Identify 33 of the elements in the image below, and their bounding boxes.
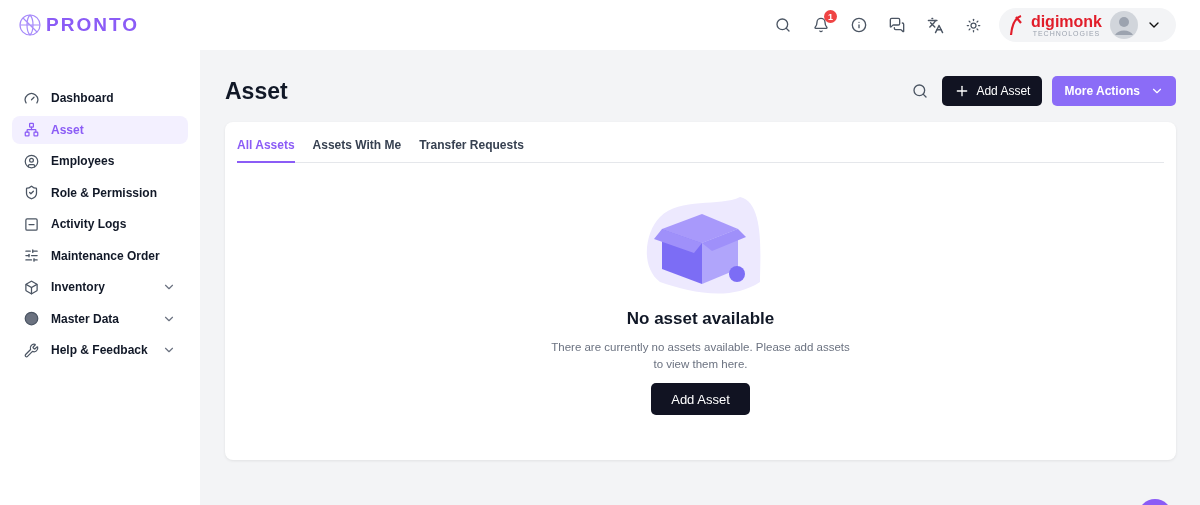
sidebar-item[interactable]: Master Data [12,304,188,333]
sidebar-item[interactable]: Asset [12,115,188,144]
sidebar-item[interactable]: Help & Feedback [12,336,188,364]
box-icon [24,279,39,295]
add-asset-button[interactable]: Add Asset [942,76,1043,106]
empty-message: There are currently no assets available. Please add assets to view them here. [550,340,851,372]
sidebar-item[interactable]: Employees [12,147,188,175]
gauge-icon [24,90,39,106]
sidebar-item[interactable]: Inventory [12,273,188,301]
tab[interactable]: All Assets [237,132,295,163]
sidebar-item[interactable]: Activity Logs [12,210,188,238]
log-icon [24,216,39,232]
avatar-icon [1110,11,1138,39]
brand-name: PRONTO [46,14,139,36]
sidebar-item[interactable]: Maintenance Order [12,241,188,270]
logo-swoosh-icon [1008,14,1023,36]
company-name: digimonk [1030,13,1102,30]
more-actions-button[interactable]: More Actions [1052,76,1176,106]
empty-title: No asset available [626,309,775,329]
page-title: Asset [225,77,289,105]
dot-icon [24,311,39,326]
network-icon [24,122,39,137]
user-icon [24,153,39,169]
sidebar-item[interactable]: Role & Permission [12,178,188,207]
sidebar-item[interactable]: Dashboard [12,84,188,112]
add-asset-button[interactable]: Add Asset [651,383,750,415]
notification-badge: 1 [823,10,837,23]
shield-icon [24,185,39,200]
tab[interactable]: Assets With Me [312,132,402,163]
globe-logo-icon [18,13,42,37]
sliders-icon [24,248,39,263]
tab[interactable]: Transfer Requests [419,132,524,163]
wrench-icon [24,342,39,358]
